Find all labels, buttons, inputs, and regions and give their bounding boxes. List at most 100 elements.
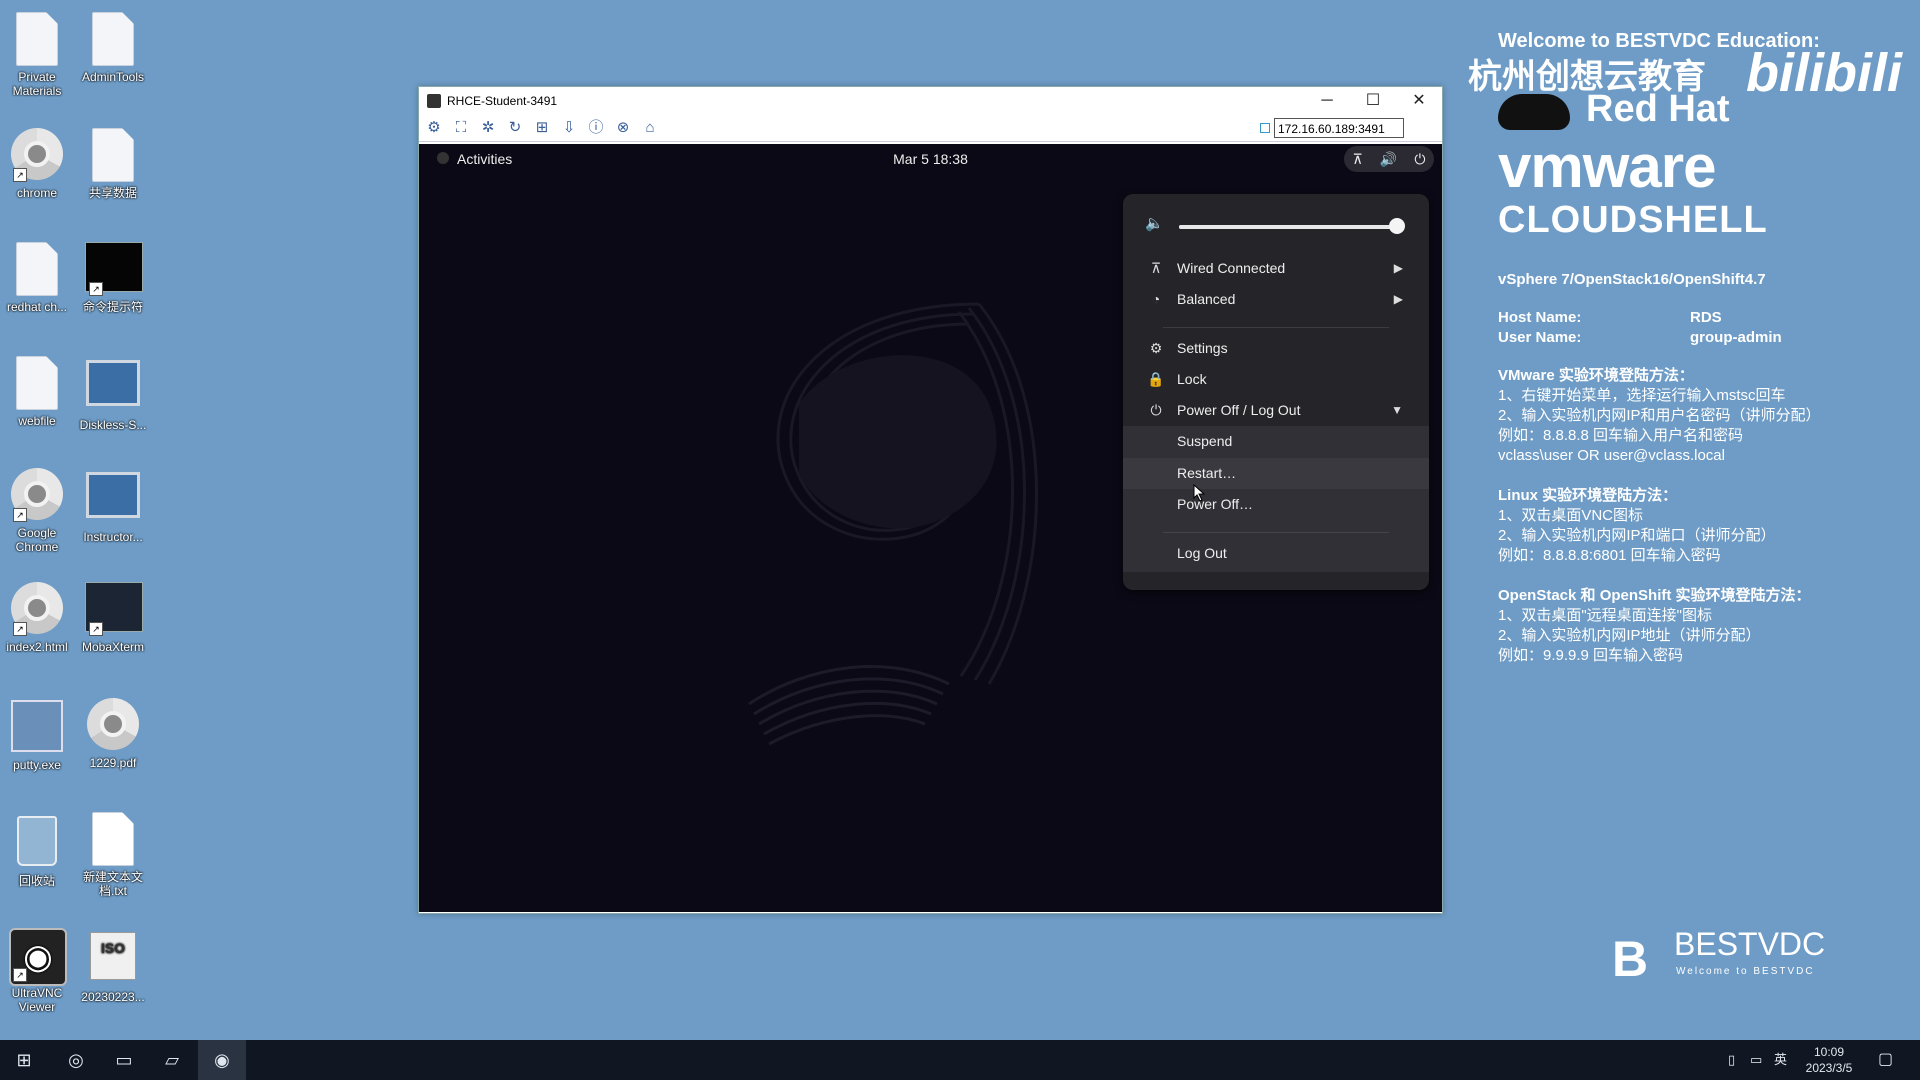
chrome-icon: [85, 698, 141, 754]
connection-options-icon[interactable]: ⚙: [423, 117, 445, 139]
network-icon: ⊼: [1352, 150, 1363, 167]
desktop-icon-label: AdminTools: [81, 70, 145, 84]
linux-login-step: 1、双击桌面VNC图标: [1498, 507, 1644, 524]
network-icon: ⊼: [1150, 260, 1162, 276]
notification-icon[interactable]: ▢: [1878, 1040, 1893, 1080]
desktop-icon-label: 共享数据: [88, 186, 137, 200]
ime-indicator[interactable]: 英: [1774, 1040, 1787, 1080]
desktop-icon-label: Google Chrome: [15, 526, 59, 554]
desktop-icon-recycle-bin[interactable]: 回收站: [0, 812, 77, 888]
menu-separator: [1163, 327, 1389, 328]
desktop-icon-cmd[interactable]: ↗ 命令提示符: [73, 242, 153, 314]
chrome-taskbar-icon[interactable]: ◎: [52, 1040, 100, 1080]
platforms-text: vSphere 7/OpenStack16/OpenShift4.7: [1498, 271, 1766, 288]
menu-item-suspend[interactable]: Suspend: [1123, 426, 1429, 458]
file-transfer-icon[interactable]: ⇩: [558, 117, 580, 139]
clock[interactable]: Mar 5 18:38: [419, 151, 1442, 167]
vmware-logo-text: vmware: [1498, 133, 1716, 200]
desktop-icon-google-chrome[interactable]: ↗ Google Chrome: [0, 468, 77, 554]
settings-icon[interactable]: ✲: [477, 117, 499, 139]
desktop-icon-instructor[interactable]: Instructor...: [73, 468, 153, 544]
desktop-icon-admintools[interactable]: AdminTools: [73, 12, 153, 84]
network-tray-icon[interactable]: ▭: [1750, 1040, 1762, 1080]
host-address-field[interactable]: 172.16.60.189:3491: [1274, 118, 1404, 138]
desktop-icon-index2[interactable]: ↗ index2.html: [0, 582, 77, 654]
volume-slider-knob[interactable]: [1389, 218, 1405, 234]
menu-item-label: Suspend: [1177, 433, 1233, 449]
desktop-icon-putty[interactable]: putty.exe: [0, 698, 77, 772]
menu-item-lock[interactable]: 🔒 Lock: [1123, 364, 1429, 394]
volume-muted-icon: 🔈: [1145, 215, 1164, 232]
vnc-viewer-window[interactable]: RHCE-Student-3491 ─ ☐ ✕ ⚙ ⛶ ✲ ↻ ⊞ ⇩ ⓘ ⊗ …: [418, 86, 1443, 914]
menu-item-balanced[interactable]: ◔ Balanced ▶: [1123, 284, 1429, 314]
remote-desktop-screen[interactable]: Activities Mar 5 18:38 ⊼ 🔊 ⏻ 🔈 ⊼ Wired C…: [419, 144, 1442, 912]
desktop-icon-ultravnc[interactable]: ◉ ↗ UltraVNC Viewer: [0, 928, 77, 1014]
desktop-icon-mobaxterm[interactable]: ↗ MobaXterm: [73, 582, 153, 654]
menu-item-wired[interactable]: ⊼ Wired Connected ▶: [1123, 253, 1429, 283]
desktop-icon-label: Instructor...: [83, 530, 143, 544]
volume-slider[interactable]: [1179, 225, 1397, 229]
vmware-login-step: 2、输入实验机内网IP和用户名密码（讲师分配）: [1498, 407, 1821, 424]
folder-doc-icon: [9, 12, 65, 68]
info-icon[interactable]: ⓘ: [585, 117, 607, 139]
linux-login-heading: Linux 实验环境登陆方法：: [1498, 487, 1678, 504]
refresh-icon[interactable]: ↻: [504, 117, 526, 139]
desktop-icon-new-txt[interactable]: 新建文本文档.txt: [73, 812, 153, 898]
host-indicator-icon: [1260, 123, 1270, 133]
fullscreen-icon[interactable]: ⛶: [450, 117, 472, 139]
linux-login-step: 2、输入实验机内网IP和端口（讲师分配）: [1498, 527, 1776, 544]
desktop-icon-webfile[interactable]: webfile: [0, 356, 77, 428]
chat-icon[interactable]: ⌂: [639, 117, 661, 139]
desktop-icon-private-materials[interactable]: Private Materials: [0, 12, 77, 98]
iso-file-icon: ISO: [85, 932, 141, 988]
user-name-label: User Name:: [1498, 329, 1582, 346]
desktop-icon-diskless[interactable]: Diskless-S...: [73, 356, 153, 432]
terminal-icon: ↗: [85, 242, 143, 298]
maximize-button[interactable]: ☐: [1350, 87, 1396, 115]
text-file-icon: [85, 812, 141, 868]
taskbar: ⊞ ◎ ▭ ▱ ◉ ▯ ▭ 英 10:09 2023/3/5 ▢: [0, 1040, 1920, 1080]
computer-icon: [85, 472, 141, 528]
start-button[interactable]: ⊞: [0, 1040, 48, 1080]
close-button[interactable]: ✕: [1396, 87, 1442, 115]
document-icon: [85, 128, 141, 184]
desktop-icon-shared-data[interactable]: 共享数据: [73, 128, 153, 200]
desktop-icon-label: UltraVNC Viewer: [11, 986, 63, 1014]
desktop-icon-label: 命令提示符: [82, 300, 143, 314]
usb-tray-icon[interactable]: ▯: [1728, 1040, 1735, 1080]
folder-doc-icon: [85, 12, 141, 68]
desktop-icon-label: Diskless-S...: [79, 418, 147, 432]
menu-item-settings[interactable]: ⚙ Settings: [1123, 333, 1429, 363]
power-icon: ⏻: [1150, 402, 1162, 418]
windows-key-icon[interactable]: ⊞: [531, 117, 553, 139]
mouse-cursor-icon: [1193, 484, 1206, 502]
desktop-icon-label: webfile: [18, 414, 56, 428]
menu-item-log-out[interactable]: Log Out: [1123, 538, 1429, 570]
menu-item-label: Log Out: [1177, 545, 1227, 561]
openstack-login-step: 2、输入实验机内网IP地址（讲师分配）: [1498, 627, 1761, 644]
vnc-viewer-taskbar-icon[interactable]: ◉: [198, 1040, 246, 1080]
disconnect-icon[interactable]: ⊗: [612, 117, 634, 139]
desktop-icon-1229pdf[interactable]: 1229.pdf: [73, 698, 153, 770]
menu-item-power-off-log-out[interactable]: ⏻ Power Off / Log Out ▼: [1123, 395, 1429, 425]
openstack-login-example: 例如：9.9.9.9 回车输入密码: [1498, 647, 1684, 664]
minimize-button[interactable]: ─: [1304, 87, 1350, 115]
taskbar-clock[interactable]: 10:09 2023/3/5: [1794, 1044, 1864, 1076]
menu-item-power-off[interactable]: Power Off…: [1123, 489, 1429, 520]
openstack-login-step: 1、双击桌面"远程桌面连接"图标: [1498, 607, 1712, 624]
desktop-icon-iso[interactable]: ISO 20230223...: [73, 928, 153, 1004]
system-menu-button[interactable]: ⊼ 🔊 ⏻: [1344, 146, 1434, 172]
chevron-right-icon: ▶: [1393, 261, 1403, 275]
gnome-top-bar: Activities Mar 5 18:38 ⊼ 🔊 ⏻: [419, 144, 1442, 174]
desktop-icon-redhat-ch[interactable]: redhat ch...: [0, 242, 77, 314]
file-explorer-icon[interactable]: ▭: [100, 1040, 148, 1080]
remote-desktop-taskbar-icon[interactable]: ▱: [148, 1040, 196, 1080]
vmware-login-step: 1、右键开始菜单，选择运行输入mstsc回车: [1498, 387, 1786, 404]
taskbar-date: 2023/3/5: [1805, 1061, 1853, 1075]
redhat-hat-icon: [1498, 94, 1570, 130]
window-titlebar[interactable]: RHCE-Student-3491: [419, 87, 1442, 115]
menu-item-restart[interactable]: Restart…: [1123, 458, 1429, 489]
desktop-icon-label: index2.html: [6, 640, 68, 654]
desktop-icon-chrome[interactable]: ↗ chrome: [0, 128, 77, 200]
chrome-icon: ↗: [9, 468, 65, 524]
